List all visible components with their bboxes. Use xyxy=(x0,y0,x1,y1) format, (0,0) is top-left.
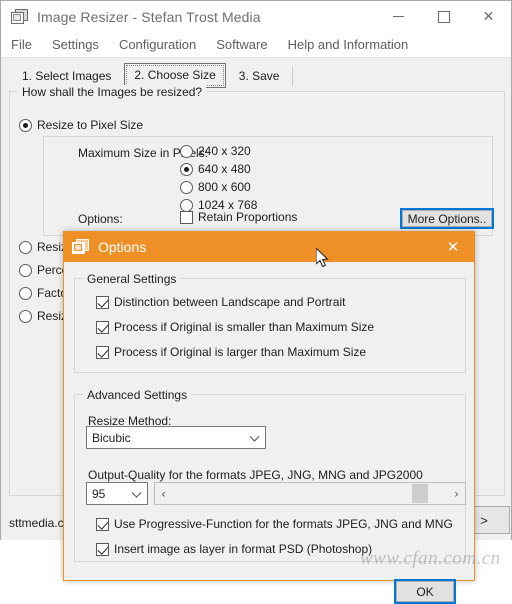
more-options-label: More Options.. xyxy=(407,211,487,226)
checkbox-retain-proportions[interactable]: Retain Proportions xyxy=(180,210,297,224)
checkbox-indicator xyxy=(96,345,109,359)
tab-save[interactable]: 3. Save xyxy=(230,65,294,88)
radio-resize-to-pixel-size[interactable]: Resize to Pixel Size xyxy=(19,118,143,132)
radio-label: 800 x 600 xyxy=(198,180,251,194)
general-settings-legend: General Settings xyxy=(83,272,181,286)
radio-mode-4[interactable]: Facto xyxy=(19,286,67,300)
radio-indicator xyxy=(180,180,193,194)
checkbox-process-if-smaller[interactable]: Process if Original is smaller than Maxi… xyxy=(96,320,374,334)
dialog-title: Options xyxy=(98,239,147,255)
menu-item-file[interactable]: File xyxy=(11,37,32,52)
slider-track[interactable] xyxy=(172,483,448,504)
tab-divider xyxy=(292,67,294,86)
checkbox-use-progressive-function[interactable]: Use Progressive-Function for the formats… xyxy=(96,517,453,531)
minimize-icon[interactable] xyxy=(376,1,421,32)
advanced-settings-legend: Advanced Settings xyxy=(83,388,192,402)
checkbox-label: Insert image as layer in format PSD (Pho… xyxy=(114,542,373,556)
radio-label: 640 x 480 xyxy=(198,162,251,176)
checkbox-indicator xyxy=(96,517,109,531)
ok-label: OK xyxy=(416,584,434,599)
radio-label: 240 x 320 xyxy=(198,144,251,158)
quality-value: 95 xyxy=(92,486,106,501)
close-icon[interactable]: ✕ xyxy=(432,232,474,262)
radio-640x480[interactable]: 640 x 480 xyxy=(180,162,251,176)
output-quality-label: Output-Quality for the formats JPEG, JNG… xyxy=(88,468,423,482)
radio-indicator xyxy=(19,118,32,132)
quality-slider[interactable]: ‹ › xyxy=(154,482,466,505)
checkbox-label: Process if Original is smaller than Maxi… xyxy=(114,320,375,334)
chevron-down-icon xyxy=(133,489,141,497)
stacked-frames-icon xyxy=(11,8,28,25)
status-text: sttmedia.co xyxy=(9,516,71,530)
watermark: www.cfan.com.cn xyxy=(360,548,501,569)
slider-thumb[interactable] xyxy=(412,484,429,503)
window-title: Image Resizer - Stefan Trost Media xyxy=(37,8,261,25)
slider-left-arrow-icon[interactable]: ‹ xyxy=(155,483,172,504)
radio-240x320[interactable]: 240 x 320 xyxy=(180,144,251,158)
ok-button[interactable]: OK xyxy=(394,579,456,604)
radio-mode-3[interactable]: Perce xyxy=(19,263,68,277)
options-dialog: Options ✕ General Settings Distinction b… xyxy=(63,231,475,604)
tab-bar: 1. Select Images 2. Choose Size 3. Save xyxy=(1,57,511,88)
radio-indicator xyxy=(19,309,32,323)
radio-indicator xyxy=(180,162,193,176)
quality-value-select[interactable]: 95 xyxy=(86,482,148,505)
radio-label: Resize to Pixel Size xyxy=(37,118,144,132)
checkbox-indicator xyxy=(180,210,193,224)
maximize-icon[interactable] xyxy=(421,1,466,32)
menu-item-software[interactable]: Software xyxy=(216,37,267,52)
checkbox-label: Retain Proportions xyxy=(198,210,298,224)
resize-method-value: Bicubic xyxy=(92,430,131,445)
tab-save-label: 3. Save xyxy=(238,69,280,83)
stacked-frames-icon xyxy=(72,239,89,255)
checkbox-label: Distinction between Landscape and Portra… xyxy=(114,295,346,309)
radio-indicator xyxy=(19,240,32,254)
checkbox-distinction-landscape-portrait[interactable]: Distinction between Landscape and Portra… xyxy=(96,295,345,309)
radio-800x600[interactable]: 800 x 600 xyxy=(180,180,251,194)
resize-method-select[interactable]: Bicubic xyxy=(86,426,266,449)
checkbox-label: Process if Original is larger than Maxim… xyxy=(114,345,367,359)
menu-item-help-and-information[interactable]: Help and Information xyxy=(288,37,409,52)
checkbox-indicator xyxy=(96,542,109,556)
window-titlebar: Image Resizer - Stefan Trost Media ✕ xyxy=(1,1,511,32)
menu-item-configuration[interactable]: Configuration xyxy=(119,37,196,52)
radio-indicator xyxy=(180,144,193,158)
checkbox-indicator xyxy=(96,295,109,309)
dialog-body: General Settings Distinction between Lan… xyxy=(64,262,474,604)
radio-indicator xyxy=(19,286,32,300)
dialog-titlebar: Options ✕ xyxy=(64,232,474,262)
checkbox-indicator xyxy=(96,320,109,334)
checkbox-process-if-larger[interactable]: Process if Original is larger than Maxim… xyxy=(96,345,366,359)
checkbox-insert-image-as-layer-psd[interactable]: Insert image as layer in format PSD (Pho… xyxy=(96,542,372,556)
menu-bar: File Settings Configuration Software Hel… xyxy=(1,32,511,57)
options-label: Options: xyxy=(78,212,123,226)
close-icon[interactable]: ✕ xyxy=(466,1,511,32)
menu-item-settings[interactable]: Settings xyxy=(52,37,99,52)
radio-indicator xyxy=(19,263,32,277)
checkbox-label: Use Progressive-Function for the formats… xyxy=(114,517,453,531)
resize-mode-group-legend: How shall the Images be resized? xyxy=(18,85,207,99)
more-options-button[interactable]: More Options.. xyxy=(400,208,494,229)
slider-right-arrow-icon[interactable]: › xyxy=(448,483,465,504)
chevron-down-icon xyxy=(251,433,259,441)
